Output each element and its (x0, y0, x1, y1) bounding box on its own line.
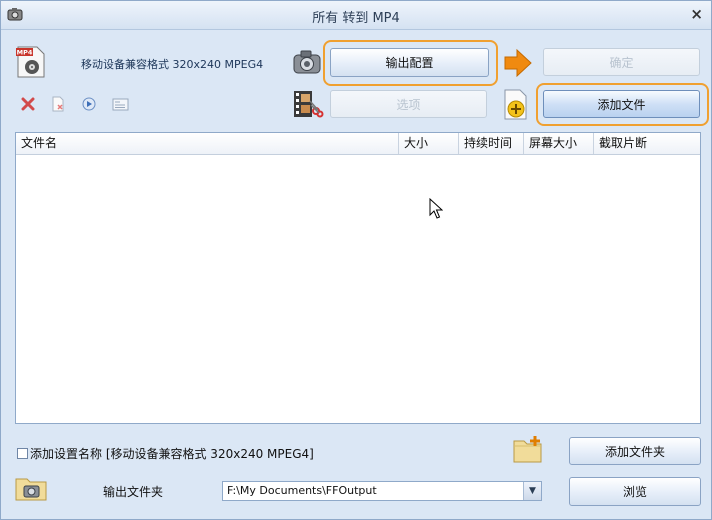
file-list-header: 文件名 大小 持续时间 屏幕大小 截取片断 (16, 133, 700, 155)
column-header-duration[interactable]: 持续时间 (459, 133, 524, 154)
clear-list-icon[interactable] (51, 96, 65, 112)
column-header-size[interactable]: 大小 (399, 133, 459, 154)
output-config-camera-icon (293, 50, 321, 74)
add-setting-name-row[interactable]: 添加设置名称 [移动设备兼容格式 320x240 MPEG4] (17, 445, 314, 462)
main-window: 所有 转到 MP4 × MP4 移动设备兼容格式 320x240 MPEG4 输… (0, 0, 712, 520)
add-setting-name-checkbox[interactable] (17, 448, 28, 459)
column-header-filename[interactable]: 文件名 (16, 133, 399, 154)
profile-label: 移动设备兼容格式 320x240 MPEG4 (81, 58, 264, 71)
window-title: 所有 转到 MP4 (312, 11, 400, 26)
options-button[interactable]: 选项 (330, 90, 487, 118)
column-header-clip[interactable]: 截取片断 (594, 133, 700, 154)
file-list[interactable]: 文件名 大小 持续时间 屏幕大小 截取片断 (15, 132, 701, 424)
add-folder-button[interactable]: 添加文件夹 (569, 437, 701, 465)
chevron-down-icon[interactable]: ▼ (523, 482, 541, 500)
add-file-button[interactable]: 添加文件 (543, 90, 700, 118)
title-bar[interactable]: 所有 转到 MP4 × (1, 1, 711, 30)
add-folder-icon (513, 436, 542, 463)
video-clip-scissors-icon (294, 91, 324, 118)
mouse-cursor-icon (429, 198, 443, 219)
mp4-badge-text: MP4 (17, 49, 33, 57)
column-header-screen-size[interactable]: 屏幕大小 (524, 133, 594, 154)
play-icon[interactable] (82, 97, 96, 111)
output-path-select[interactable]: F:\My Documents\FFOutput ▼ (222, 481, 542, 501)
arrow-right-icon (504, 48, 532, 78)
add-setting-name-label: 添加设置名称 [移动设备兼容格式 320x240 MPEG4] (30, 447, 314, 461)
mp4-file-icon: MP4 (16, 46, 45, 78)
output-path-value: F:\My Documents\FFOutput (227, 484, 377, 497)
add-file-icon (504, 89, 527, 120)
output-config-button[interactable]: 输出配置 (330, 48, 489, 77)
output-folder-label: 输出文件夹 (103, 485, 164, 499)
output-folder-icon (15, 478, 47, 501)
browse-button[interactable]: 浏览 (569, 477, 701, 506)
info-icon[interactable] (112, 98, 129, 111)
close-icon[interactable]: × (690, 5, 703, 23)
ok-button[interactable]: 确定 (543, 48, 700, 76)
delete-icon[interactable] (21, 97, 35, 111)
